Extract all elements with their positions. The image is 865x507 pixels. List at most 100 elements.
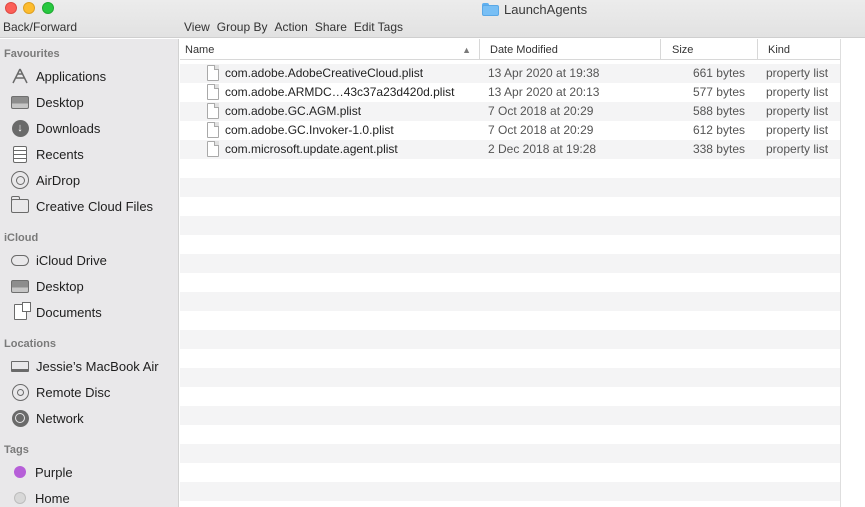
table-row[interactable]: com.adobe.ARMDC…43c37a23d420d.plist 13 A…	[180, 83, 840, 102]
table-row[interactable]: com.adobe.AdobeCreativeCloud.plist 13 Ap…	[180, 64, 840, 83]
applications-icon	[10, 67, 30, 85]
sidebar-item-label: iCloud Drive	[36, 252, 107, 268]
empty-row	[180, 444, 840, 463]
sidebar-item-icloud-desktop[interactable]: Desktop	[10, 275, 84, 297]
sidebar-item-icloud-drive[interactable]: iCloud Drive	[10, 249, 107, 271]
sidebar-item-tag-home[interactable]: Home	[10, 487, 70, 507]
file-kind: property list	[766, 66, 829, 80]
file-rows: com.adobe.AdobeCreativeCloud.plist 13 Ap…	[180, 64, 840, 501]
column-header-date-modified[interactable]: Date Modified	[479, 39, 660, 60]
edit-tags-button[interactable]: Edit Tags	[354, 20, 403, 34]
empty-row	[180, 349, 840, 368]
sidebar-item-label: AirDrop	[36, 172, 81, 188]
sidebar-item-label: Remote Disc	[36, 384, 111, 400]
column-header-row: Name ▲ Date Modified Size Kind	[180, 39, 840, 60]
folder-icon	[482, 2, 499, 16]
plist-file-icon	[207, 103, 219, 119]
file-kind: property list	[766, 142, 829, 156]
file-date: 7 Oct 2018 at 20:29	[488, 123, 594, 137]
file-name: com.adobe.AdobeCreativeCloud.plist	[225, 66, 424, 80]
sidebar-item-recents[interactable]: Recents	[10, 143, 84, 165]
table-row[interactable]: com.adobe.GC.Invoker-1.0.plist 7 Oct 201…	[180, 121, 840, 140]
sidebar-item-label: Desktop	[36, 94, 84, 110]
sidebar-item-label: Jessie’s MacBook Air	[36, 358, 159, 374]
disc-icon	[10, 383, 30, 401]
sidebar-item-desktop[interactable]: Desktop	[10, 91, 84, 113]
icloud-heading: iCloud	[4, 232, 39, 244]
file-date: 13 Apr 2020 at 20:13	[488, 85, 600, 99]
sidebar-item-creative-cloud-files[interactable]: Creative Cloud Files	[10, 195, 153, 217]
zoom-window-button[interactable]	[42, 2, 54, 14]
column-header-size[interactable]: Size	[660, 39, 757, 60]
table-row[interactable]: com.microsoft.update.agent.plist 2 Dec 2…	[180, 140, 840, 159]
file-size: 588 bytes	[692, 104, 745, 118]
column-header-kind[interactable]: Kind	[757, 39, 840, 60]
sidebar-item-label: Downloads	[36, 120, 101, 136]
share-button[interactable]: Share	[315, 20, 347, 34]
column-header-name[interactable]: Name ▲	[180, 39, 479, 60]
airdrop-icon	[10, 171, 30, 189]
toolbar: View Group By Action Share Edit Tags	[184, 20, 403, 34]
sidebar-item-label: Recents	[36, 146, 84, 162]
title-bar: LaunchAgents Back/Forward View Group By …	[0, 0, 865, 38]
file-kind: property list	[766, 85, 829, 99]
desktop-icon	[10, 277, 30, 295]
tags-heading: Tags	[4, 444, 29, 456]
sidebar-item-airdrop[interactable]: AirDrop	[10, 169, 80, 191]
file-name: com.adobe.ARMDC…43c37a23d420d.plist	[225, 85, 455, 99]
file-size: 661 bytes	[692, 66, 745, 80]
empty-row	[180, 330, 840, 349]
group-by-button[interactable]: Group By	[217, 20, 268, 34]
file-size: 338 bytes	[692, 142, 745, 156]
window-right-edge	[840, 39, 865, 507]
empty-row	[180, 463, 840, 482]
sidebar-item-macbook-air[interactable]: Jessie’s MacBook Air	[10, 355, 159, 377]
file-name: com.microsoft.update.agent.plist	[225, 142, 398, 156]
file-kind: property list	[766, 104, 829, 118]
sidebar-item-label: Home	[35, 490, 70, 506]
sidebar-item-label: Desktop	[36, 278, 84, 294]
empty-row-stripes	[180, 159, 840, 501]
close-window-button[interactable]	[5, 2, 17, 14]
file-size: 612 bytes	[692, 123, 745, 137]
file-list: Name ▲ Date Modified Size Kind com.adobe…	[180, 39, 840, 507]
sidebar-item-label: Documents	[36, 304, 102, 320]
file-name: com.adobe.GC.Invoker-1.0.plist	[225, 123, 394, 137]
empty-row	[180, 197, 840, 216]
plist-file-icon	[207, 65, 219, 81]
sidebar-item-documents[interactable]: Documents	[10, 301, 102, 323]
downloads-icon: ↓	[10, 119, 30, 137]
empty-row	[180, 216, 840, 235]
window-title: LaunchAgents	[482, 1, 587, 17]
sidebar-item-network[interactable]: Network	[10, 407, 84, 429]
table-row[interactable]: com.adobe.GC.AGM.plist 7 Oct 2018 at 20:…	[180, 102, 840, 121]
sidebar-item-remote-disc[interactable]: Remote Disc	[10, 381, 110, 403]
empty-row	[180, 292, 840, 311]
empty-row	[180, 273, 840, 292]
file-kind: property list	[766, 123, 829, 137]
folder-icon	[10, 196, 30, 215]
file-date: 13 Apr 2020 at 19:38	[488, 66, 600, 80]
empty-row	[180, 387, 840, 406]
back-forward-button[interactable]: Back/Forward	[3, 20, 77, 34]
empty-row	[180, 178, 840, 197]
minimize-window-button[interactable]	[23, 2, 35, 14]
sidebar-item-downloads[interactable]: ↓ Downloads	[10, 117, 100, 139]
file-size: 577 bytes	[692, 85, 745, 99]
empty-row	[180, 311, 840, 330]
file-date: 2 Dec 2018 at 19:28	[488, 142, 597, 156]
action-button[interactable]: Action	[275, 20, 308, 34]
favourites-heading: Favourites	[4, 48, 60, 60]
empty-row	[180, 425, 840, 444]
laptop-icon	[10, 357, 30, 375]
empty-row	[180, 159, 840, 178]
purple-tag-dot-icon	[14, 466, 26, 478]
empty-row	[180, 235, 840, 254]
plist-file-icon	[207, 122, 219, 138]
sidebar-item-applications[interactable]: Applications	[10, 65, 106, 87]
file-name: com.adobe.GC.AGM.plist	[225, 104, 362, 118]
view-button[interactable]: View	[184, 20, 210, 34]
sidebar-item-tag-purple[interactable]: Purple	[10, 461, 73, 483]
empty-row	[180, 406, 840, 425]
plist-file-icon	[207, 84, 219, 100]
